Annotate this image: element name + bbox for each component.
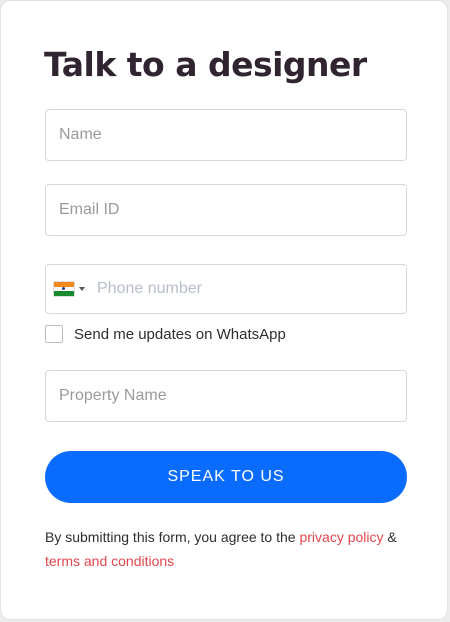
terms-and-conditions-link[interactable]: terms and conditions bbox=[45, 553, 174, 569]
whatsapp-checkbox[interactable] bbox=[45, 325, 63, 343]
consent-joiner: & bbox=[383, 529, 397, 545]
whatsapp-checkbox-label: Send me updates on WhatsApp bbox=[74, 325, 286, 343]
form-title: Talk to a designer bbox=[44, 45, 367, 84]
phone-field-group bbox=[45, 264, 407, 314]
consent-text: By submitting this form, you agree to th… bbox=[45, 525, 415, 573]
speak-to-us-button[interactable]: SPEAK TO US bbox=[45, 451, 407, 503]
contact-form-card: Talk to a designer Send me updates on Wh… bbox=[0, 0, 448, 620]
country-code-selector[interactable] bbox=[54, 265, 92, 313]
phone-number-field[interactable] bbox=[97, 265, 397, 313]
consent-prefix: By submitting this form, you agree to th… bbox=[45, 529, 300, 545]
caret-down-icon bbox=[79, 287, 85, 291]
india-flag-icon bbox=[54, 282, 74, 297]
privacy-policy-link[interactable]: privacy policy bbox=[299, 529, 383, 545]
email-field[interactable] bbox=[45, 184, 407, 236]
whatsapp-opt-in[interactable]: Send me updates on WhatsApp bbox=[45, 324, 286, 344]
name-field[interactable] bbox=[45, 109, 407, 161]
property-name-field[interactable] bbox=[45, 370, 407, 422]
